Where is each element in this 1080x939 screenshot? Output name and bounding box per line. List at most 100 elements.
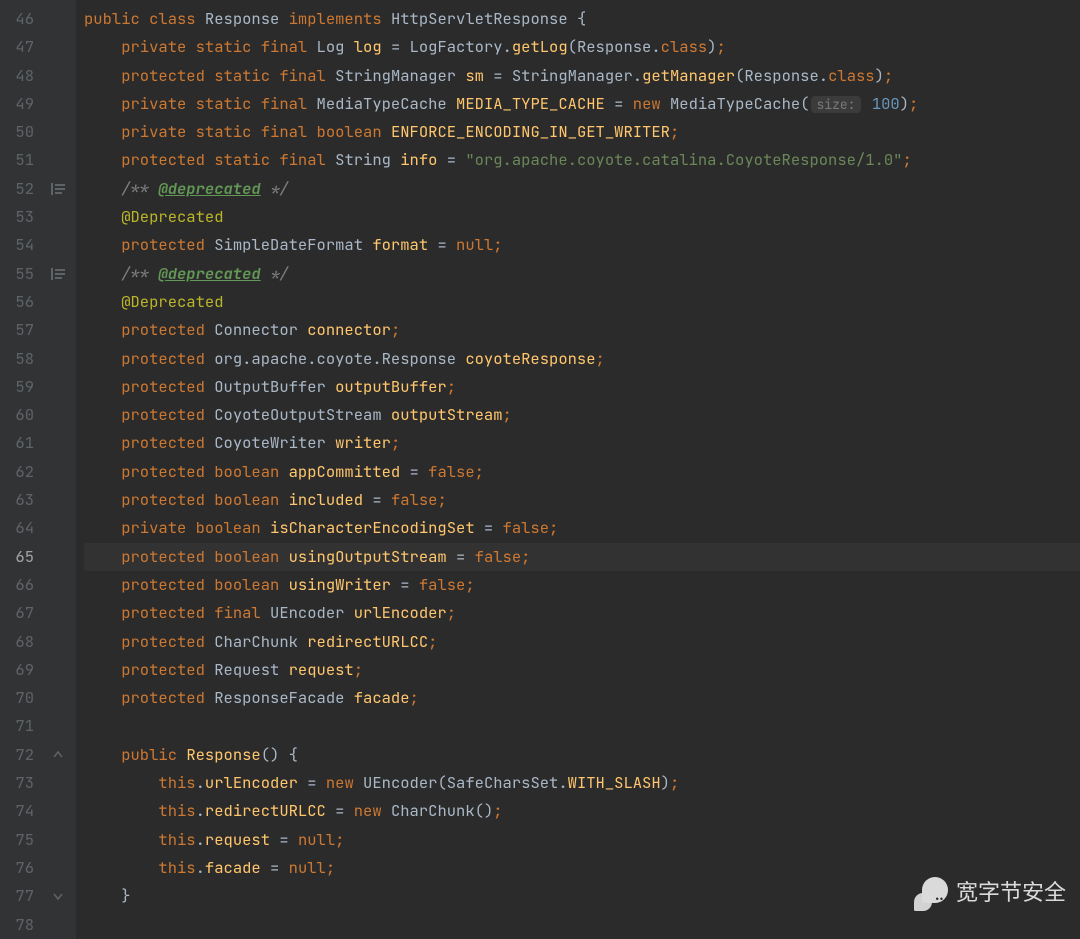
code-line[interactable]: @Deprecated [84,288,1080,316]
token-kw: null [289,857,326,878]
code-line[interactable]: protected static final StringManager sm … [84,62,1080,90]
token-kw: static [196,121,261,142]
line-number[interactable]: 63 [0,486,40,514]
code-line[interactable] [84,911,1080,939]
code-line[interactable]: protected final UEncoder urlEncoder; [84,599,1080,627]
line-number[interactable]: 48 [0,62,40,90]
line-number[interactable]: 57 [0,316,40,344]
gutter-mark [40,62,76,90]
token-kw: ; [493,800,502,821]
code-editor[interactable]: 4647484950515253545556575859606162636465… [0,0,1080,939]
code-line[interactable]: private static final boolean ENFORCE_ENC… [84,118,1080,146]
code-line[interactable]: protected boolean usingWriter = false; [84,571,1080,599]
token-fn: getManager [642,65,735,86]
line-number[interactable]: 72 [0,741,40,769]
code-line[interactable]: protected CharChunk redirectURLCC; [84,628,1080,656]
line-number[interactable]: 58 [0,345,40,373]
token-cls: = [298,772,326,793]
line-number[interactable]: 62 [0,458,40,486]
fold-close-icon[interactable] [51,889,65,903]
code-line[interactable]: public class Response implements HttpSer… [84,5,1080,33]
code-line[interactable]: protected CoyoteOutputStream outputStrea… [84,401,1080,429]
line-number[interactable]: 78 [0,911,40,939]
token-fn: sm [465,65,484,86]
token-kw: class [661,36,708,57]
code-line[interactable]: protected Connector connector; [84,316,1080,344]
token-cls: UEncoder(SafeCharsSet. [363,772,568,793]
code-line[interactable]: /** @deprecated */ [84,175,1080,203]
line-number[interactable]: 53 [0,203,40,231]
line-number[interactable]: 66 [0,571,40,599]
line-number[interactable]: 51 [0,146,40,174]
line-number[interactable]: 67 [0,599,40,627]
code-line[interactable]: protected OutputBuffer outputBuffer; [84,373,1080,401]
line-number[interactable]: 76 [0,854,40,882]
token-kw: ; [465,574,474,595]
code-line[interactable]: protected CoyoteWriter writer; [84,429,1080,457]
token-kw: protected [121,574,214,595]
code-line[interactable]: public Response() { [84,741,1080,769]
line-number[interactable]: 70 [0,684,40,712]
code-line[interactable]: private static final Log log = LogFactor… [84,33,1080,61]
line-number-gutter[interactable]: 4647484950515253545556575859606162636465… [0,0,40,939]
line-number[interactable]: 46 [0,5,40,33]
line-number[interactable]: 60 [0,401,40,429]
gutter-mark [40,514,76,542]
line-number[interactable]: 68 [0,628,40,656]
code-line[interactable]: private static final MediaTypeCache MEDI… [84,90,1080,118]
code-area[interactable]: public class Response implements HttpSer… [76,0,1080,939]
code-line[interactable]: this.facade = null; [84,854,1080,882]
code-line[interactable]: this.request = null; [84,826,1080,854]
line-number[interactable]: 49 [0,90,40,118]
line-number[interactable]: 47 [0,33,40,61]
code-line[interactable]: protected ResponseFacade facade; [84,684,1080,712]
line-number[interactable]: 59 [0,373,40,401]
line-number[interactable]: 74 [0,797,40,825]
code-line[interactable]: protected boolean usingOutputStream = fa… [84,543,1080,571]
token-cls: CoyoteWriter [214,432,335,453]
code-line[interactable]: protected SimpleDateFormat format = null… [84,231,1080,259]
token-fn: usingWriter [289,574,391,595]
doc-comment-icon [50,268,66,280]
line-number[interactable]: 55 [0,260,40,288]
token-kw: ; [670,121,679,142]
code-line[interactable]: this.redirectURLCC = new CharChunk(); [84,797,1080,825]
gutter-mark [40,712,76,740]
gutter-mark [40,146,76,174]
token-kw: boolean [214,461,288,482]
line-number[interactable]: 71 [0,712,40,740]
token-kw: final [261,93,317,114]
line-number[interactable]: 69 [0,656,40,684]
code-line[interactable]: this.urlEncoder = new UEncoder(SafeChars… [84,769,1080,797]
code-line[interactable]: protected static final String info = "or… [84,146,1080,174]
code-line[interactable]: protected org.apache.coyote.Response coy… [84,345,1080,373]
line-number[interactable]: 75 [0,826,40,854]
code-line[interactable] [84,712,1080,740]
code-line[interactable]: } [84,882,1080,910]
token-cls: } [121,885,130,906]
line-number[interactable]: 52 [0,175,40,203]
line-number[interactable]: 73 [0,769,40,797]
line-number[interactable]: 50 [0,118,40,146]
fold-open-icon[interactable] [51,748,65,762]
token-cls: = [605,93,633,114]
gutter-mark [40,316,76,344]
code-line[interactable]: @Deprecated [84,203,1080,231]
line-number[interactable]: 64 [0,514,40,542]
gutter-mark [40,486,76,514]
token-kw: this [158,857,195,878]
token-cls: = [400,461,428,482]
code-line[interactable]: private boolean isCharacterEncodingSet =… [84,514,1080,542]
code-line[interactable]: protected boolean included = false; [84,486,1080,514]
code-line[interactable]: protected boolean appCommitted = false; [84,458,1080,486]
line-number[interactable]: 56 [0,288,40,316]
line-number[interactable]: 61 [0,429,40,457]
line-number[interactable]: 77 [0,882,40,910]
code-line[interactable]: protected Request request; [84,656,1080,684]
line-number[interactable]: 65 [0,543,40,571]
gutter-marks[interactable] [40,0,76,939]
token-cls: . [196,829,205,850]
gutter-mark [40,543,76,571]
line-number[interactable]: 54 [0,231,40,259]
code-line[interactable]: /** @deprecated */ [84,260,1080,288]
